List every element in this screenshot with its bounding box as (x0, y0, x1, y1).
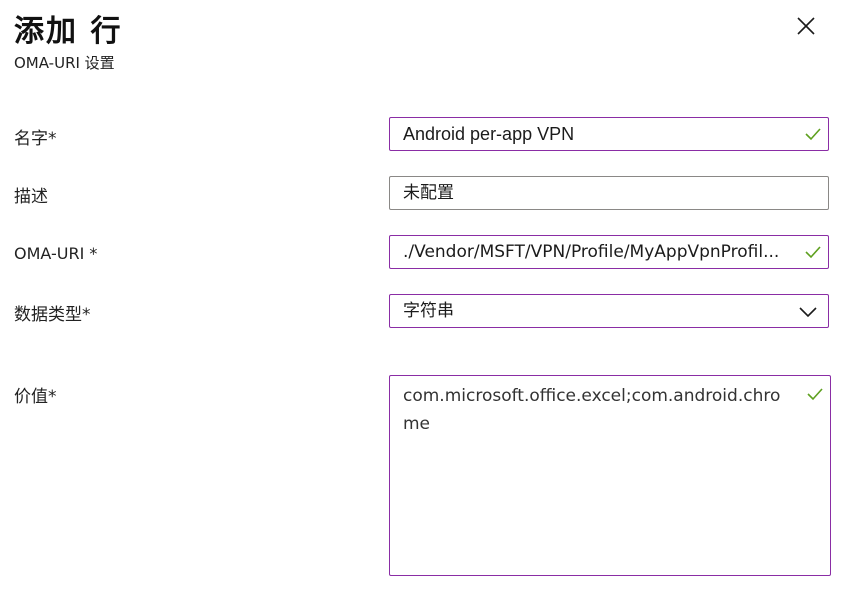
chevron-down-icon (799, 307, 817, 318)
oma-uri-label: OMA-URI * (14, 244, 98, 263)
panel-subtitle: OMA-URI 设置 (14, 54, 115, 72)
value-textarea[interactable]: com.microsoft.office.excel;com.android.c… (389, 375, 831, 576)
close-button[interactable] (792, 12, 820, 40)
description-label: 描述 (14, 187, 48, 207)
checkmark-icon (807, 388, 823, 401)
name-input-value: Android per-app VPN (403, 124, 575, 144)
name-label: 名字* (14, 129, 57, 149)
value-textarea-content: com.microsoft.office.excel;com.android.c… (403, 386, 781, 434)
name-input[interactable]: Android per-app VPN (389, 117, 829, 151)
oma-uri-input-value: ./Vendor/MSFT/VPN/Profile/MyAppVpnProfil… (403, 242, 780, 262)
description-input-value: 未配置 (403, 183, 454, 203)
data-type-label: 数据类型* (14, 305, 91, 325)
description-input[interactable]: 未配置 (389, 176, 829, 210)
value-label: 价值* (14, 387, 57, 407)
oma-uri-input[interactable]: ./Vendor/MSFT/VPN/Profile/MyAppVpnProfil… (389, 235, 829, 269)
panel-title: 添加 行 (14, 14, 123, 49)
close-icon (797, 17, 815, 35)
data-type-selected: 字符串 (403, 301, 454, 321)
checkmark-icon (805, 128, 821, 141)
checkmark-icon (805, 246, 821, 259)
data-type-dropdown[interactable]: 字符串 (389, 294, 829, 328)
